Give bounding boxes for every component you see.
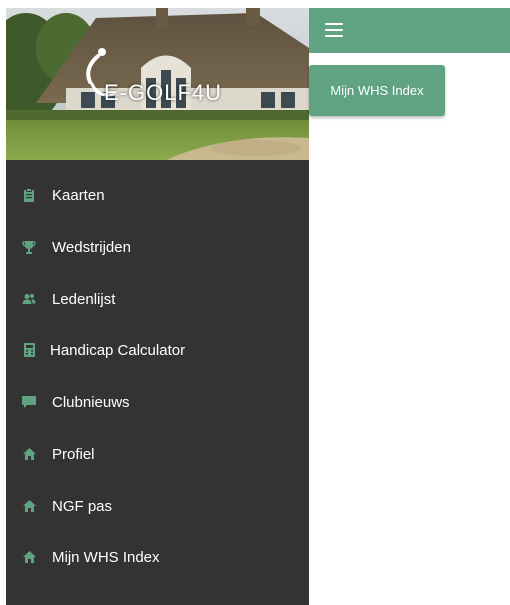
- sidebar-item-profiel[interactable]: Profiel: [6, 434, 309, 474]
- sidebar-item-label: Ledenlijst: [52, 290, 116, 308]
- logo-text: E-GOLF4U: [104, 80, 223, 105]
- sidebar: E-GOLF4U Kaarten Wedstrijden Ledenlijst: [6, 8, 309, 605]
- mijn-whs-index-button[interactable]: Mijn WHS Index: [309, 65, 445, 116]
- hamburger-icon[interactable]: [323, 20, 345, 40]
- sidebar-item-label: Kaarten: [52, 186, 105, 204]
- users-icon: [22, 292, 36, 306]
- home-icon: [22, 447, 36, 461]
- chat-bubble-icon: [22, 395, 36, 409]
- sidebar-item-label: Clubnieuws: [52, 393, 130, 411]
- sidebar-item-clubnieuws[interactable]: Clubnieuws: [6, 382, 309, 422]
- calculator-icon: [22, 343, 36, 357]
- clipboard-icon: [22, 188, 36, 202]
- sidebar-item-label: Handicap Calculator: [50, 341, 186, 359]
- sidebar-item-label: Mijn WHS Index: [52, 548, 160, 566]
- top-bar: [309, 8, 510, 53]
- sidebar-item-handicap-calculator[interactable]: Handicap Calculator: [6, 330, 309, 370]
- home-icon: [22, 550, 36, 564]
- sidebar-item-label: NGF pas: [52, 497, 113, 515]
- sidebar-item-mijn-whs-index[interactable]: Mijn WHS Index: [6, 537, 309, 577]
- sidebar-item-label: Profiel: [52, 445, 95, 463]
- sidebar-item-ngf-pas[interactable]: NGF pas: [6, 486, 309, 526]
- sidebar-item-ledenlijst[interactable]: Ledenlijst: [6, 279, 309, 319]
- sidebar-item-kaarten[interactable]: Kaarten: [6, 175, 309, 215]
- clubhouse-banner-image: E-GOLF4U: [6, 8, 309, 160]
- sidebar-item-label: Wedstrijden: [52, 238, 131, 256]
- home-icon: [22, 499, 36, 513]
- sidebar-item-wedstrijden[interactable]: Wedstrijden: [6, 227, 309, 267]
- trophy-icon: [22, 240, 36, 254]
